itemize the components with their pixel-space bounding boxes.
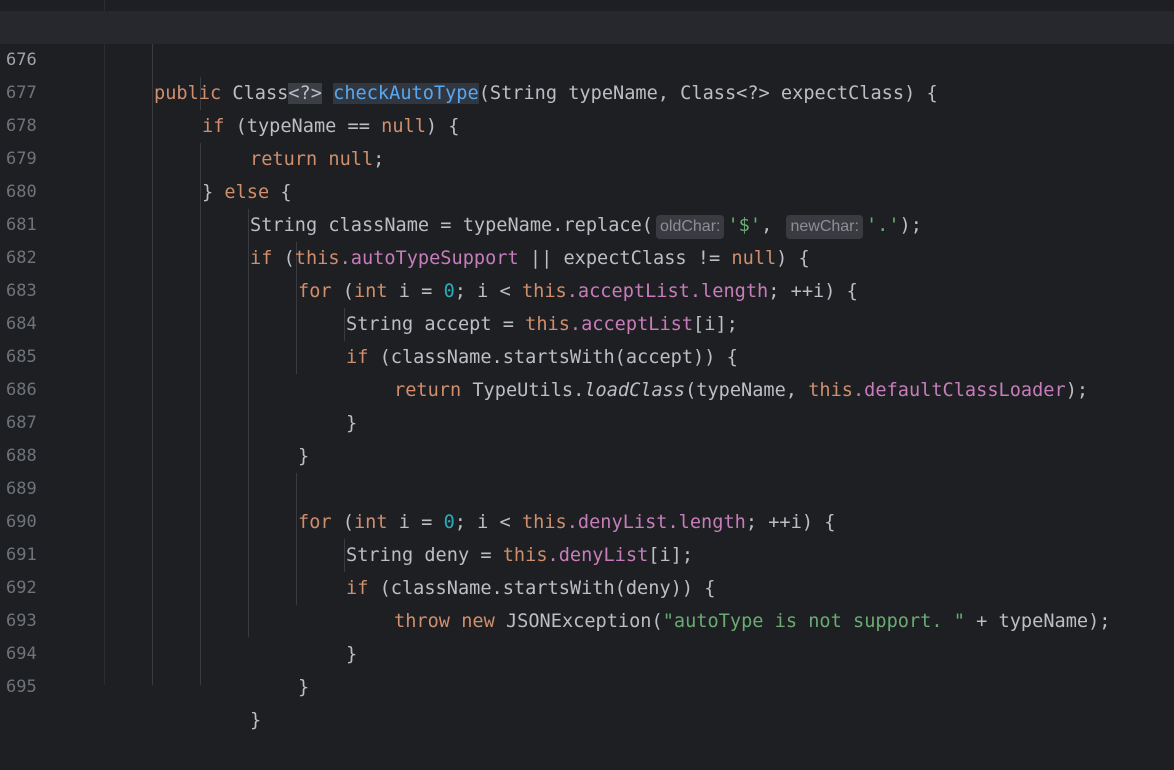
code-line[interactable]: 684 if (className.startsWith(accept)) {	[0, 275, 1174, 368]
code-editor[interactable]: 676 public Class<?> checkAutoType(String…	[0, 0, 1174, 731]
code-line[interactable]: 686 }	[0, 341, 1174, 434]
code-line[interactable]: 680 String className = typeName.replace(…	[0, 143, 1174, 239]
code-text: }	[298, 677, 310, 698]
code-line[interactable]: 690 String deny = this.denyList[i];	[0, 473, 1174, 566]
code-line[interactable]: 693 }	[0, 572, 1174, 665]
code-line[interactable]: 679 } else {	[0, 110, 1174, 203]
code-text: }	[250, 710, 262, 731]
code-line[interactable]: 681 if (this.autoTypeSupport || expectCl…	[0, 176, 1174, 269]
code-line[interactable]: 683 String accept = this.acceptList[i];	[0, 242, 1174, 335]
code-line[interactable]: 687 }	[0, 374, 1174, 467]
code-line[interactable]: 691 if (className.startsWith(deny)) {	[0, 506, 1174, 599]
code-line[interactable]: 688	[0, 407, 1174, 466]
code-line[interactable]: 677 if (typeName == null) {	[0, 44, 1174, 137]
code-line[interactable]: 692 throw new JSONException("autoType is…	[0, 539, 1174, 632]
code-line[interactable]: 676 public Class<?> checkAutoType(String…	[0, 11, 1174, 104]
code-line[interactable]: 685 return TypeUtils.loadClass(typeName,…	[0, 308, 1174, 401]
code-line[interactable]: 682 for (int i = 0; i < this.acceptList.…	[0, 209, 1174, 302]
code-line[interactable]: 678 return null;	[0, 77, 1174, 170]
code-line[interactable]: 694 }	[0, 605, 1174, 698]
line-number: 695	[6, 677, 37, 697]
code-line[interactable]: 695 }	[0, 638, 1174, 731]
code-line[interactable]: 689 for (int i = 0; i < this.denyList.le…	[0, 440, 1174, 533]
